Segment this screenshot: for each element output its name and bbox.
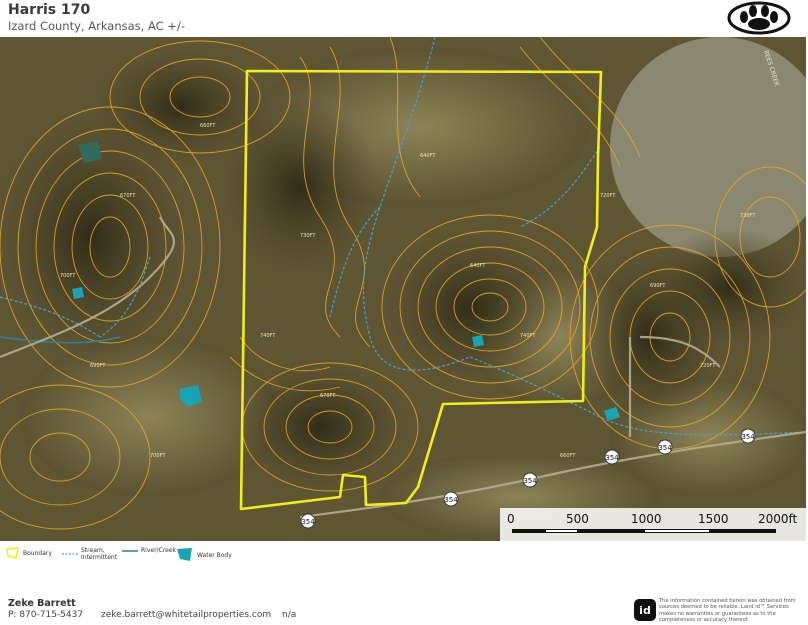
- contour-label: 660FT: [560, 453, 576, 459]
- map-subtitle: Izard County, Arkansas, AC +/-: [8, 19, 185, 33]
- scale-tick-500: 500: [566, 512, 589, 526]
- legend-boundary: Boundary: [6, 547, 52, 559]
- contour-label: 730FT: [740, 213, 756, 219]
- agent-phone[interactable]: P: 870-715-5437: [8, 610, 83, 620]
- contour-label: 690FT: [650, 283, 666, 289]
- contour-label: 700FT: [150, 453, 166, 459]
- svg-text:354: 354: [605, 454, 619, 462]
- scale-tick-2000: 2000ft: [758, 512, 798, 526]
- contour-label: 670FT: [320, 393, 336, 399]
- contour-label: 660FT: [200, 123, 216, 129]
- svg-text:354: 354: [301, 518, 315, 526]
- river-swatch-icon: [122, 549, 138, 552]
- svg-text:354: 354: [444, 496, 458, 504]
- scale-tick-0: 0: [507, 512, 515, 526]
- contour-label: 740FT: [260, 333, 276, 339]
- contour-label: 700FT: [60, 273, 76, 279]
- aerial-map[interactable]: 354 354 354 354 354 354 BEES CREEK 670FT…: [0, 37, 806, 541]
- agent-name: Zeke Barrett: [8, 598, 76, 609]
- scale-tick-1500: 1500: [698, 512, 729, 526]
- water-body-swatch-icon: [177, 548, 192, 561]
- contour-label: 740FT: [520, 333, 536, 339]
- legend-water-body: Water Body: [176, 547, 232, 563]
- stream-swatch-icon: [62, 553, 78, 555]
- svg-text:354: 354: [658, 444, 672, 452]
- svg-text:354: 354: [523, 477, 537, 485]
- map-legend: Boundary Stream, Intermittent River/Cree…: [0, 543, 806, 565]
- agent-extra: n/a: [282, 610, 297, 620]
- scale-tick-1000: 1000: [631, 512, 662, 526]
- contour-label: 670FT: [120, 193, 136, 199]
- land-id-badge-icon: id: [634, 599, 656, 621]
- agent-email[interactable]: zeke.barrett@whitetailproperties.com: [101, 610, 271, 620]
- legend-stream: Stream, Intermittent: [62, 547, 117, 561]
- svg-text:354: 354: [741, 433, 755, 441]
- contour-label: 640FT: [470, 263, 486, 269]
- contour-label: 730FT: [300, 233, 316, 239]
- legend-river: River/Creek: [122, 547, 176, 554]
- contour-label: 690FT: [90, 363, 106, 369]
- contour-label: 720FT: [700, 363, 716, 369]
- contour-label: 640FT: [420, 153, 436, 159]
- whitetail-logo-icon: [727, 1, 791, 35]
- map-canvas: 354 354 354 354 354 354 BEES CREEK 670FT…: [0, 37, 806, 541]
- scale-bar: 0 500 1000 1500 2000ft: [500, 508, 806, 541]
- contour-label: 720FT: [600, 193, 616, 199]
- disclaimer-text: The information contained herein was obt…: [659, 598, 796, 624]
- boundary-swatch-icon: [6, 547, 19, 559]
- map-title: Harris 170: [8, 2, 91, 18]
